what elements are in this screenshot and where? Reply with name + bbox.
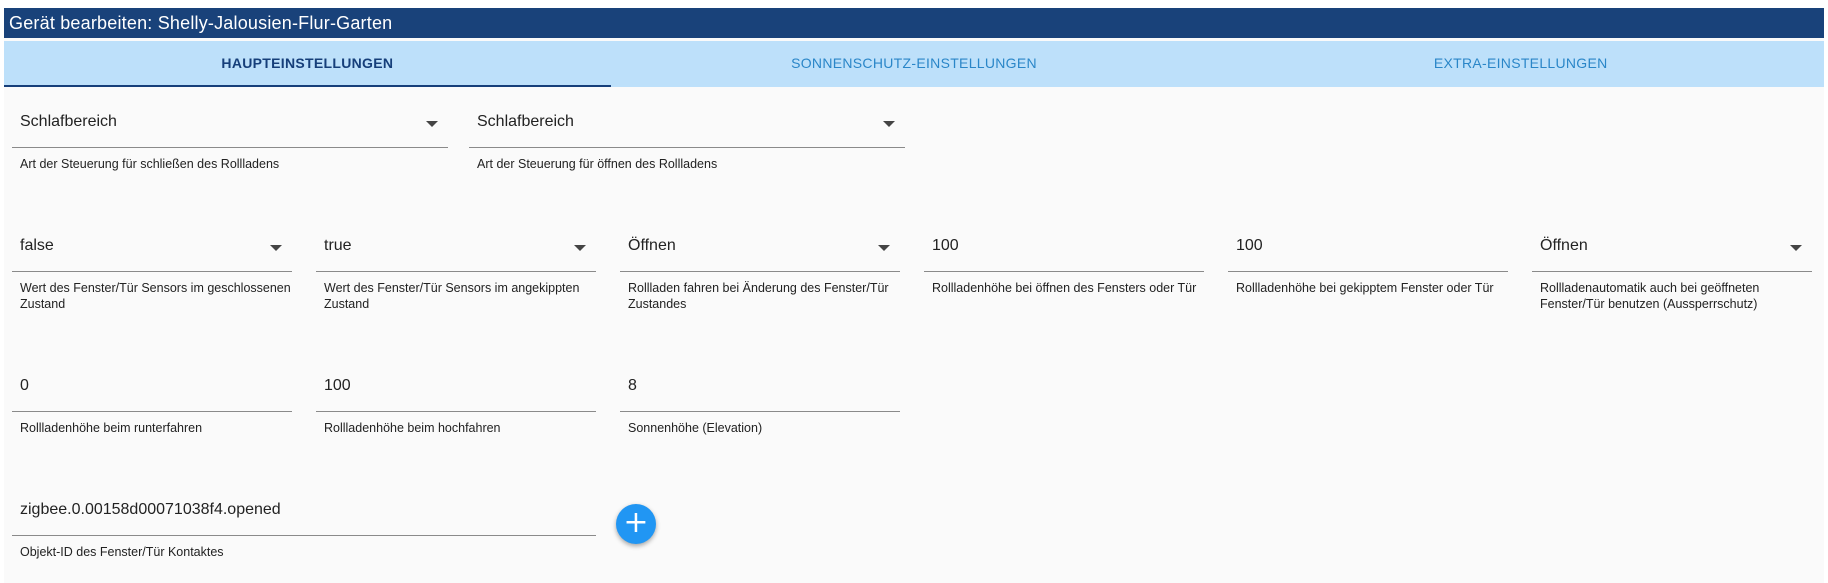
open-control-type-select[interactable]: Schlafbereich (469, 102, 905, 148)
field-label: Rollladenautomatik auch bei geöffneten F… (1540, 281, 1760, 311)
height-down-input[interactable]: 0 (12, 366, 292, 412)
sun-elevation-input[interactable]: 8 (620, 366, 900, 412)
tab-extra-settings[interactable]: EXTRA-EINSTELLUNGEN (1217, 41, 1824, 87)
close-control-type-select[interactable]: Schlafbereich (12, 102, 448, 148)
sensor-tilted-value-select[interactable]: true (316, 226, 596, 272)
chevron-down-icon (1790, 245, 1802, 251)
field-label: Rollladen fahren bei Änderung des Fenste… (628, 281, 889, 311)
field-label: Rollladenhöhe beim runterfahren (20, 421, 203, 435)
height-window-tilted-input[interactable]: 100 (1228, 226, 1508, 272)
sensor-tilted-value-field: true Wert des Fenster/Tür Sensors im ang… (316, 226, 596, 312)
height-down-field: 0 Rollladenhöhe beim runterfahren (12, 366, 292, 436)
dialog-title: Gerät bearbeiten: Shelly-Jalousien-Flur-… (4, 8, 1824, 38)
select-value: true (324, 237, 352, 254)
field-label: Rollladenhöhe bei gekipptem Fenster oder… (1236, 281, 1494, 295)
field-label: Rollladenhöhe beim hochfahren (324, 421, 501, 435)
window-change-action-field: Öffnen Rollladen fahren bei Änderung des… (620, 226, 900, 312)
chevron-down-icon (426, 121, 438, 127)
tab-main-settings[interactable]: HAUPTEINSTELLUNGEN (4, 41, 611, 87)
height-window-tilted-field: 100 Rollladenhöhe bei gekipptem Fenster … (1228, 226, 1508, 296)
window-contact-object-id-field: zigbee.0.00158d00071038f4.opened Objekt-… (12, 490, 596, 560)
add-object-id-button[interactable]: + (616, 504, 656, 544)
chevron-down-icon (270, 245, 282, 251)
window-contact-object-id-input[interactable]: zigbee.0.00158d00071038f4.opened (12, 490, 596, 536)
select-value: Öffnen (628, 237, 676, 254)
field-label: Art der Steuerung für schließen des Roll… (20, 157, 280, 171)
chevron-down-icon (574, 245, 586, 251)
tab-sunprotection-settings[interactable]: SONNENSCHUTZ-EINSTELLUNGEN (611, 41, 1218, 87)
input-value: zigbee.0.00158d00071038f4.opened (20, 501, 281, 518)
height-up-input[interactable]: 100 (316, 366, 596, 412)
sensor-closed-value-field: false Wert des Fenster/Tür Sensors im ge… (12, 226, 292, 312)
field-label: Wert des Fenster/Tür Sensors im angekipp… (324, 281, 580, 311)
close-control-type-field: Schlafbereich Art der Steuerung für schl… (12, 102, 448, 172)
field-label: Objekt-ID des Fenster/Tür Kontaktes (20, 545, 224, 559)
input-value: 100 (932, 237, 959, 254)
height-up-field: 100 Rollladenhöhe beim hochfahren (316, 366, 596, 436)
select-value: Schlafbereich (20, 113, 117, 130)
height-window-open-input[interactable]: 100 (924, 226, 1204, 272)
input-value: 100 (324, 377, 351, 394)
chevron-down-icon (883, 121, 895, 127)
field-label: Art der Steuerung für öffnen des Rolllad… (477, 157, 718, 171)
open-control-type-field: Schlafbereich Art der Steuerung für öffn… (469, 102, 905, 172)
select-value: Schlafbereich (477, 113, 574, 130)
height-window-open-field: 100 Rollladenhöhe bei öffnen des Fenster… (924, 226, 1204, 296)
lockout-protection-field: Öffnen Rollladenautomatik auch bei geöff… (1532, 226, 1812, 312)
select-value: false (20, 237, 54, 254)
chevron-down-icon (878, 245, 890, 251)
sun-elevation-field: 8 Sonnenhöhe (Elevation) (620, 366, 900, 436)
input-value: 100 (1236, 237, 1263, 254)
sensor-closed-value-select[interactable]: false (12, 226, 292, 272)
lockout-protection-select[interactable]: Öffnen (1532, 226, 1812, 272)
input-value: 0 (20, 377, 29, 394)
field-label: Rollladenhöhe bei öffnen des Fensters od… (932, 281, 1197, 295)
input-value: 8 (628, 377, 637, 394)
field-label: Sonnenhöhe (Elevation) (628, 421, 763, 435)
plus-icon: + (623, 505, 649, 540)
field-label: Wert des Fenster/Tür Sensors im geschlos… (20, 281, 291, 311)
edit-device-dialog: Gerät bearbeiten: Shelly-Jalousien-Flur-… (4, 8, 1824, 583)
select-value: Öffnen (1540, 237, 1588, 254)
tab-bar: HAUPTEINSTELLUNGEN SONNENSCHUTZ-EINSTELL… (4, 41, 1824, 87)
window-change-action-select[interactable]: Öffnen (620, 226, 900, 272)
